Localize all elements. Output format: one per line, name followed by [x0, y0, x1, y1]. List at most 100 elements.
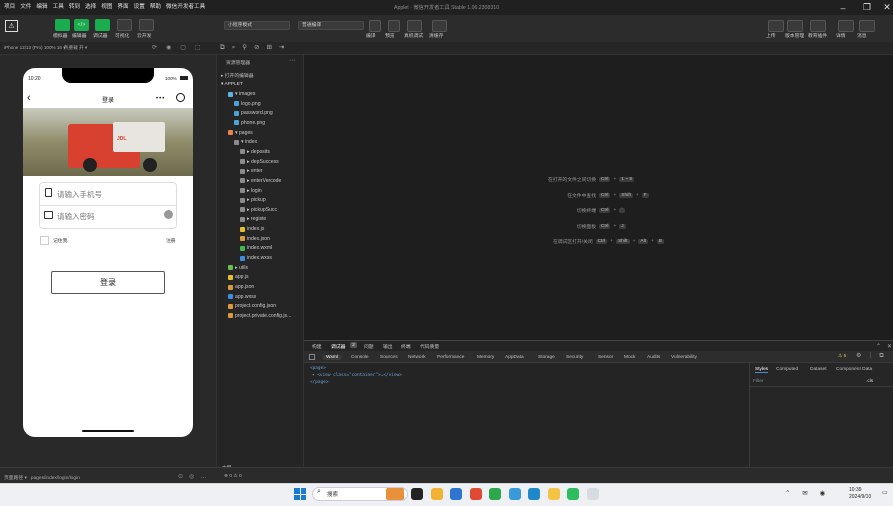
action-1-icon[interactable]	[388, 20, 400, 32]
mode-select[interactable]: 小程序模式	[224, 21, 290, 30]
remember-checkbox[interactable]	[40, 236, 49, 245]
inspect-icon[interactable]	[309, 354, 315, 360]
right-1-icon[interactable]	[787, 20, 803, 32]
capsule-close-icon[interactable]	[176, 93, 185, 102]
sim-controls-icon[interactable]: ⟳◉▢⬚	[152, 44, 210, 51]
tree-item[interactable]: ▸ enter	[240, 168, 263, 174]
tree-item[interactable]: project.config.json	[228, 303, 276, 309]
right-0-icon[interactable]	[768, 20, 784, 32]
devtools-tab[interactable]: Mock	[624, 355, 635, 360]
taskbar-app-icon[interactable]	[411, 488, 423, 500]
toolbar-1-icon[interactable]: </>	[74, 19, 89, 31]
back-icon[interactable]: ‹	[27, 92, 31, 104]
devtools-tab[interactable]: Wxml	[323, 355, 341, 360]
more-icon[interactable]: •••	[156, 96, 165, 102]
phone-input[interactable]: 请输入手机号	[57, 189, 102, 200]
devtools-top-tab[interactable]: 终端	[401, 343, 411, 350]
styles-tab[interactable]: Computed	[776, 367, 798, 372]
login-button[interactable]: 登录	[51, 271, 165, 294]
tree-item[interactable]: password.png	[234, 110, 273, 116]
tree-item[interactable]: ▸ registe	[240, 216, 266, 222]
warning-count[interactable]: ⚠ 5	[838, 354, 846, 359]
maximize-button[interactable]: ❐	[856, 1, 878, 14]
cls-toggle[interactable]: .cls	[866, 379, 873, 384]
taskbar-app-icon[interactable]	[508, 488, 521, 500]
devtools-tab[interactable]: Performance	[437, 355, 464, 360]
taskbar-app-icon[interactable]	[547, 488, 560, 500]
wxml-line[interactable]: <page>	[310, 366, 326, 371]
tray-icons[interactable]: ⌃ ✉ ◉	[785, 489, 830, 497]
device-select[interactable]: iPhone 12/13 (Pro) 100% 16 ▾	[4, 45, 66, 51]
devtools-tab[interactable]: Sensor	[598, 355, 613, 360]
taskbar-app-icon[interactable]	[489, 488, 501, 500]
tree-item[interactable]: app.wxss	[228, 294, 256, 300]
devtools-tab[interactable]: Network	[408, 355, 426, 360]
devtools-collapse-icon[interactable]: ⌃✕	[876, 343, 893, 350]
devtools-tab[interactable]: Console	[351, 355, 369, 360]
devtools-top-tab[interactable]: 代码质量	[420, 343, 439, 350]
tree-item[interactable]: logo.png	[234, 101, 261, 107]
styles-filter-input[interactable]: Filter	[753, 379, 764, 384]
action-2-icon[interactable]	[407, 20, 422, 32]
taskbar-app-icon[interactable]	[469, 488, 482, 500]
hotreload-toggle[interactable]: 热重载 开 ▾	[64, 45, 87, 51]
right-2-icon[interactable]	[810, 20, 826, 32]
tree-item[interactable]: ▸ login	[240, 188, 262, 194]
explorer-more-icon[interactable]: ⋯	[289, 57, 295, 64]
tree-item[interactable]: ▸ utils	[228, 265, 248, 271]
taskbar-app-icon[interactable]	[586, 488, 599, 500]
right-4-icon[interactable]	[859, 20, 875, 32]
tree-item[interactable]: index.json	[240, 236, 270, 242]
editor-controls-icon[interactable]: ⧉⌕⚲⊘⊞⇥	[220, 43, 291, 52]
toolbar-4-icon[interactable]	[139, 19, 154, 31]
tree-item[interactable]: project.private.config.js...	[228, 313, 291, 319]
problem-count[interactable]: ⊗ 0 ⚠ 0	[224, 474, 242, 479]
page-path[interactable]: 页面路径 ▾ pages/index/login/login	[4, 474, 80, 481]
register-link[interactable]: 注册	[166, 237, 176, 244]
devtools-top-tab[interactable]: 输出	[383, 343, 393, 350]
devtools-tab[interactable]: Vulnerability	[671, 355, 697, 360]
taskbar-app-icon[interactable]	[450, 488, 462, 500]
devtools-top-tab[interactable]: 调试器	[331, 343, 345, 350]
password-input[interactable]: 请输入密码	[57, 211, 95, 222]
tree-item[interactable]: ▸ depSuccess	[240, 159, 279, 165]
tree-item[interactable]: app.json	[228, 284, 254, 290]
open-editors[interactable]: ▸ 打开的编辑器	[221, 72, 254, 79]
devtools-tab[interactable]: Audits	[647, 355, 660, 360]
toolbar-3-icon[interactable]	[117, 19, 132, 31]
compile-select[interactable]: 普通编译	[298, 21, 364, 30]
tree-item[interactable]: ▾ pages	[228, 130, 253, 136]
eye-toggle-icon[interactable]	[164, 210, 173, 219]
project-root[interactable]: ▾ APPLET	[221, 82, 243, 87]
tree-item[interactable]: ▸ pickupSucc	[240, 207, 277, 213]
tree-item[interactable]: phone.png	[234, 120, 265, 126]
tree-item[interactable]: ▾ index	[234, 139, 257, 145]
notification-icon[interactable]: ▭	[882, 489, 888, 496]
close-button[interactable]: ✕	[876, 1, 893, 14]
styles-tab[interactable]: Dataset	[810, 367, 827, 372]
devtools-tab[interactable]: Security	[566, 355, 583, 360]
windows-start-icon[interactable]	[294, 488, 306, 500]
taskbar-app-icon[interactable]	[430, 488, 443, 500]
toolbar-0-icon[interactable]	[55, 19, 70, 31]
tree-item[interactable]: ▸ deposits	[240, 149, 270, 155]
tree-item[interactable]: ▾ images	[228, 91, 255, 97]
wxml-line[interactable]: ▾ <view class="container">…</view>	[312, 373, 402, 378]
status-icons[interactable]: ⊙◎…	[178, 473, 212, 480]
styles-tab[interactable]: Styles	[755, 367, 769, 373]
devtools-tab[interactable]: Sources	[380, 355, 398, 360]
devtools-settings-icon[interactable]: ⚙⋮⧉	[856, 352, 890, 360]
tree-item[interactable]: index.wxss	[240, 255, 272, 261]
right-3-icon[interactable]	[838, 20, 854, 32]
devtools-top-tab[interactable]: 问题	[364, 343, 374, 350]
wxml-line[interactable]: </page>	[310, 380, 329, 385]
devtools-top-tab[interactable]: 构建	[312, 343, 322, 350]
devtools-tab[interactable]: AppData	[505, 355, 524, 360]
action-3-icon[interactable]	[432, 20, 447, 32]
devtools-tab[interactable]: Memory	[477, 355, 494, 360]
styles-tab[interactable]: Component Data	[836, 367, 872, 372]
taskbar-app-icon[interactable]	[528, 488, 540, 500]
tree-item[interactable]: ▸ enterVercode	[240, 178, 281, 184]
tree-item[interactable]: ▸ pickup	[240, 197, 266, 203]
tree-item[interactable]: app.js	[228, 274, 249, 280]
